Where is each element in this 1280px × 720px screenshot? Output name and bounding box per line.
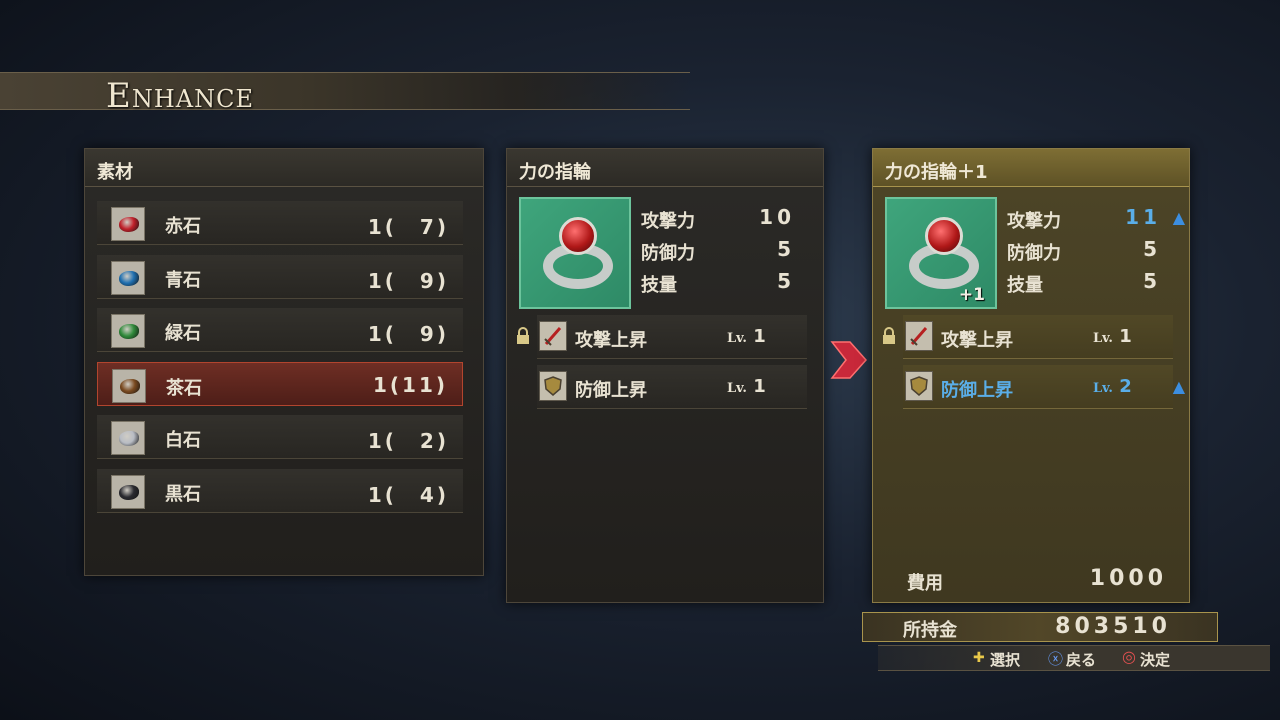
increase-icon: ▲ xyxy=(1172,377,1185,396)
stone-icon xyxy=(111,207,145,241)
material-qty: 1( 9) xyxy=(367,268,449,293)
material-row[interactable]: 青石 1( 9) xyxy=(97,254,463,299)
skill-name: 攻撃上昇 xyxy=(941,330,1013,351)
result-item-header: 力の指輪＋1 xyxy=(873,149,1189,187)
material-name: 緑石 xyxy=(165,323,201,344)
skill-row: 攻撃上昇 Lv. 1 xyxy=(537,315,807,359)
ring-plus-icon: +1 xyxy=(885,197,997,309)
material-row[interactable]: 茶石 1(11) xyxy=(97,361,463,406)
funds-bar: 所持金 803510 xyxy=(862,612,1218,642)
cost-value: 1000 xyxy=(1089,566,1167,591)
skill-level: Lv. 1 xyxy=(727,326,766,347)
sword-icon xyxy=(905,321,933,351)
stone-icon xyxy=(111,421,145,455)
dpad-icon: ✚ xyxy=(973,650,985,666)
stat-value: 5 xyxy=(1143,237,1161,261)
stat-label: 防御力 xyxy=(1007,243,1061,264)
skill-level-value: 2 xyxy=(1119,376,1132,397)
material-row[interactable]: 赤石 1( 7) xyxy=(97,201,463,245)
material-qty: 1( 4) xyxy=(367,482,449,507)
select-hint: 選択 xyxy=(990,651,1021,669)
material-row[interactable]: 黒石 1( 4) xyxy=(97,468,463,513)
shield-icon xyxy=(905,371,933,401)
stat-label: 技量 xyxy=(641,275,677,296)
skill-name: 攻撃上昇 xyxy=(575,330,647,351)
skill-level-value: 1 xyxy=(753,326,766,347)
controls-bar: ✚ 選択 ⓧ 戻る ◎ 決定 xyxy=(878,645,1270,671)
material-name: 白石 xyxy=(165,430,201,451)
materials-panel-header: 素材 xyxy=(85,149,483,187)
cost-label: 費用 xyxy=(907,573,943,594)
stat-value: 11 xyxy=(1125,205,1161,229)
confirm-hint: 決定 xyxy=(1140,651,1171,669)
stone-icon xyxy=(111,474,145,509)
funds-value: 803510 xyxy=(1055,614,1171,639)
skill-level-prefix: Lv. xyxy=(727,331,747,346)
skill-level-prefix: Lv. xyxy=(1093,331,1113,346)
title-banner: ENHANCE xyxy=(0,72,690,116)
material-row[interactable]: 白石 1( 2) xyxy=(97,415,463,459)
skill-row: 攻撃上昇 Lv. 1 xyxy=(903,315,1173,359)
material-name: 黒石 xyxy=(165,483,201,505)
circle-button-icon[interactable]: ◎ xyxy=(1122,647,1136,666)
funds-label: 所持金 xyxy=(903,620,957,641)
stone-icon xyxy=(112,368,146,403)
cross-button-icon[interactable]: ⓧ xyxy=(1048,648,1063,669)
skill-level-value: 1 xyxy=(753,376,766,397)
shield-icon xyxy=(539,371,567,401)
skill-level-value: 1 xyxy=(1119,326,1132,347)
page-title: ENHANCE xyxy=(106,76,254,116)
material-qty: 1( 2) xyxy=(367,429,449,453)
material-qty: 1( 7) xyxy=(367,215,449,239)
result-item-name: 力の指輪＋1 xyxy=(885,162,988,183)
sword-icon xyxy=(539,321,567,351)
stat-value: 5 xyxy=(1143,269,1161,293)
skill-level: Lv. 1 xyxy=(727,376,766,397)
stone-icon xyxy=(111,260,145,295)
stat-label: 攻撃力 xyxy=(641,211,695,232)
skill-level-prefix: Lv. xyxy=(727,381,747,396)
skill-name: 防御上昇 xyxy=(941,380,1013,401)
skill-level: Lv. 1 xyxy=(1093,326,1132,347)
material-name: 茶石 xyxy=(166,377,202,399)
stat-value: 5 xyxy=(777,237,795,261)
material-qty: 1(11) xyxy=(372,372,448,397)
skill-row: 防御上昇 Lv. 2 xyxy=(903,365,1173,409)
skill-name: 防御上昇 xyxy=(575,380,647,401)
current-item-panel: 力の指輪 攻撃力 10 防御力 5 技量 5 攻撃上昇 Lv. 1 防御上昇 Lv. 1 xyxy=(506,148,824,603)
current-item-name: 力の指輪 xyxy=(519,162,591,183)
material-qty: 1( 9) xyxy=(367,322,449,346)
skill-level-prefix: Lv. xyxy=(1093,381,1113,396)
lock-icon xyxy=(881,327,897,345)
stat-label: 防御力 xyxy=(641,243,695,264)
lock-icon xyxy=(515,327,531,345)
material-name: 青石 xyxy=(165,269,201,291)
plus-level-label: +1 xyxy=(958,285,985,305)
current-item-header: 力の指輪 xyxy=(507,149,823,187)
material-name: 赤石 xyxy=(165,216,201,237)
stat-label: 攻撃力 xyxy=(1007,211,1061,232)
arrow-right-icon xyxy=(830,341,868,379)
stone-icon xyxy=(111,314,145,348)
back-hint: 戻る xyxy=(1066,651,1097,669)
stat-label: 技量 xyxy=(1007,275,1043,296)
skill-row: 防御上昇 Lv. 1 xyxy=(537,365,807,409)
increase-icon: ▲ xyxy=(1172,208,1185,227)
materials-panel: 素材 赤石 1( 7) 青石 1( 9) 緑石 1( 9) 茶石 1(11) 白石 1( 2) 黒石… xyxy=(84,148,484,576)
ring-icon xyxy=(519,197,631,309)
stat-value: 10 xyxy=(759,205,795,229)
skill-level: Lv. 2 xyxy=(1093,376,1132,397)
material-row[interactable]: 緑石 1( 9) xyxy=(97,308,463,352)
stat-value: 5 xyxy=(777,269,795,293)
result-item-panel: 力の指輪＋1 +1 攻撃力 11 ▲ 防御力 5 技量 5 攻撃上昇 Lv. 1 防御上昇 Lv.… xyxy=(872,148,1190,603)
materials-panel-title: 素材 xyxy=(97,162,133,183)
